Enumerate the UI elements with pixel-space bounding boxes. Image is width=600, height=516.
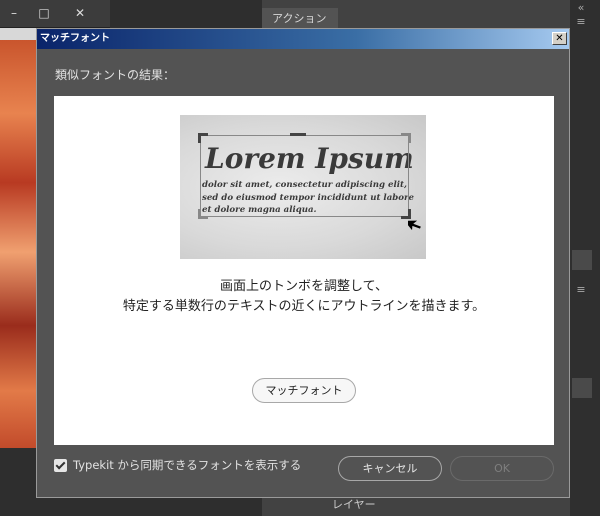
document-window-bar: – □ ✕ bbox=[0, 0, 110, 28]
panel-block bbox=[572, 250, 592, 270]
match-font-button[interactable]: マッチフォント bbox=[252, 378, 356, 403]
close-window-button[interactable]: ✕ bbox=[70, 4, 90, 22]
dialog-titlebar[interactable]: マッチフォント ✕ bbox=[37, 29, 569, 49]
crop-mark bbox=[198, 133, 208, 143]
layer-label: レイヤー bbox=[332, 498, 376, 511]
cursor-arrow-icon bbox=[408, 220, 421, 231]
maximize-button[interactable]: □ bbox=[34, 4, 54, 22]
ok-button[interactable]: OK bbox=[450, 456, 554, 481]
selection-box bbox=[200, 135, 409, 217]
ruler bbox=[0, 28, 36, 40]
results-area: Lorem Ipsum dolor sit amet, consectetur … bbox=[54, 96, 554, 445]
font-sample-image: Lorem Ipsum dolor sit amet, consectetur … bbox=[180, 115, 426, 259]
panel-menu-icon[interactable]: ≡ bbox=[574, 16, 588, 28]
panel-block bbox=[572, 378, 592, 398]
collapse-icon[interactable]: « bbox=[574, 2, 588, 14]
crop-mark bbox=[198, 209, 208, 219]
minimize-button[interactable]: – bbox=[4, 4, 24, 22]
typekit-checkbox[interactable] bbox=[54, 458, 67, 472]
document-image bbox=[0, 40, 36, 448]
typekit-label[interactable]: Typekit から同期できるフォントを表示する bbox=[73, 457, 301, 473]
result-label: 類似フォントの結果： bbox=[55, 68, 176, 82]
crop-mark bbox=[290, 133, 306, 136]
match-font-dialog: マッチフォント ✕ 類似フォントの結果： Lorem Ipsum dolor s… bbox=[36, 28, 570, 498]
close-button[interactable]: ✕ bbox=[552, 32, 567, 45]
tab-actions[interactable]: アクション bbox=[262, 8, 338, 30]
instruction-line: 特定する単数行のテキストの近くにアウトラインを描きます。 bbox=[122, 299, 486, 314]
panel-menu-icon[interactable]: ≡ bbox=[574, 284, 588, 296]
cancel-button[interactable]: キャンセル bbox=[338, 456, 442, 481]
typekit-option[interactable]: Typekit から同期できるフォントを表示する bbox=[54, 457, 301, 473]
crop-mark bbox=[401, 133, 411, 143]
dialog-title: マッチフォント bbox=[40, 33, 110, 44]
instruction-line: 画面上のトンボを調整して、 bbox=[220, 279, 388, 294]
